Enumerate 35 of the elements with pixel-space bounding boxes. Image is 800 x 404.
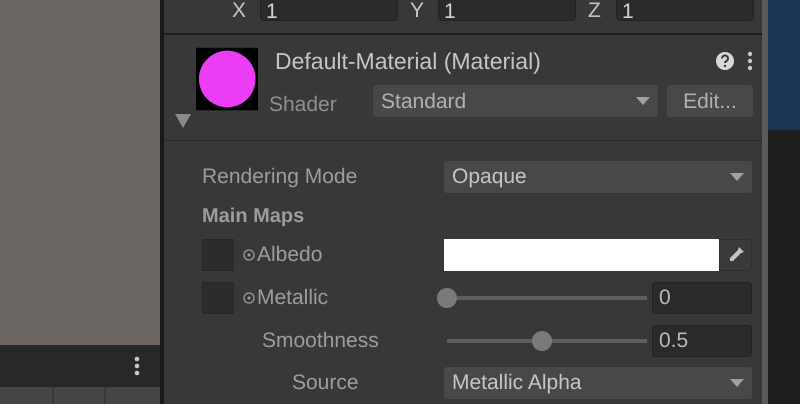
axis-label: Y: [410, 0, 426, 24]
edit-button[interactable]: Edit...: [667, 85, 753, 118]
property-label: Smoothness: [262, 328, 379, 354]
axis-label: X: [232, 0, 248, 24]
caret-icon: [730, 173, 744, 181]
collapse-caret-icon[interactable]: [175, 114, 191, 128]
target-icon: [243, 249, 255, 261]
property-label: Rendering Mode: [202, 164, 358, 190]
more-icon[interactable]: [747, 51, 753, 72]
slider-thumb[interactable]: [437, 288, 457, 308]
dropdown[interactable]: Opaque: [444, 161, 752, 193]
target-icon: [243, 292, 255, 304]
section-header: Main Maps: [202, 204, 304, 229]
property-label: Metallic: [257, 284, 328, 311]
number-field[interactable]: 0.5: [652, 324, 752, 356]
property-label: Source: [292, 370, 359, 396]
help-icon[interactable]: [715, 51, 735, 72]
caret-icon: [730, 379, 744, 387]
axis-label: Z: [588, 0, 602, 24]
number-field[interactable]: 1: [438, 0, 576, 21]
material-title: Default-Material (Material): [275, 47, 541, 76]
number-field[interactable]: 0: [652, 282, 752, 314]
shader-label: Shader: [269, 92, 338, 118]
number-field[interactable]: 1: [616, 0, 754, 21]
material-preview: [196, 47, 258, 112]
color-field[interactable]: [444, 239, 719, 271]
slider-thumb[interactable]: [532, 330, 552, 350]
more-icon[interactable]: [134, 356, 140, 376]
shader-dropdown[interactable]: Standard: [373, 85, 658, 118]
scrollbar[interactable]: [762, 0, 768, 404]
property-label: Albedo: [257, 242, 322, 268]
dropdown[interactable]: Metallic Alpha: [444, 367, 752, 399]
eyedropper-icon[interactable]: [719, 239, 752, 271]
caret-icon: [636, 97, 650, 106]
number-field[interactable]: 1: [260, 0, 398, 21]
